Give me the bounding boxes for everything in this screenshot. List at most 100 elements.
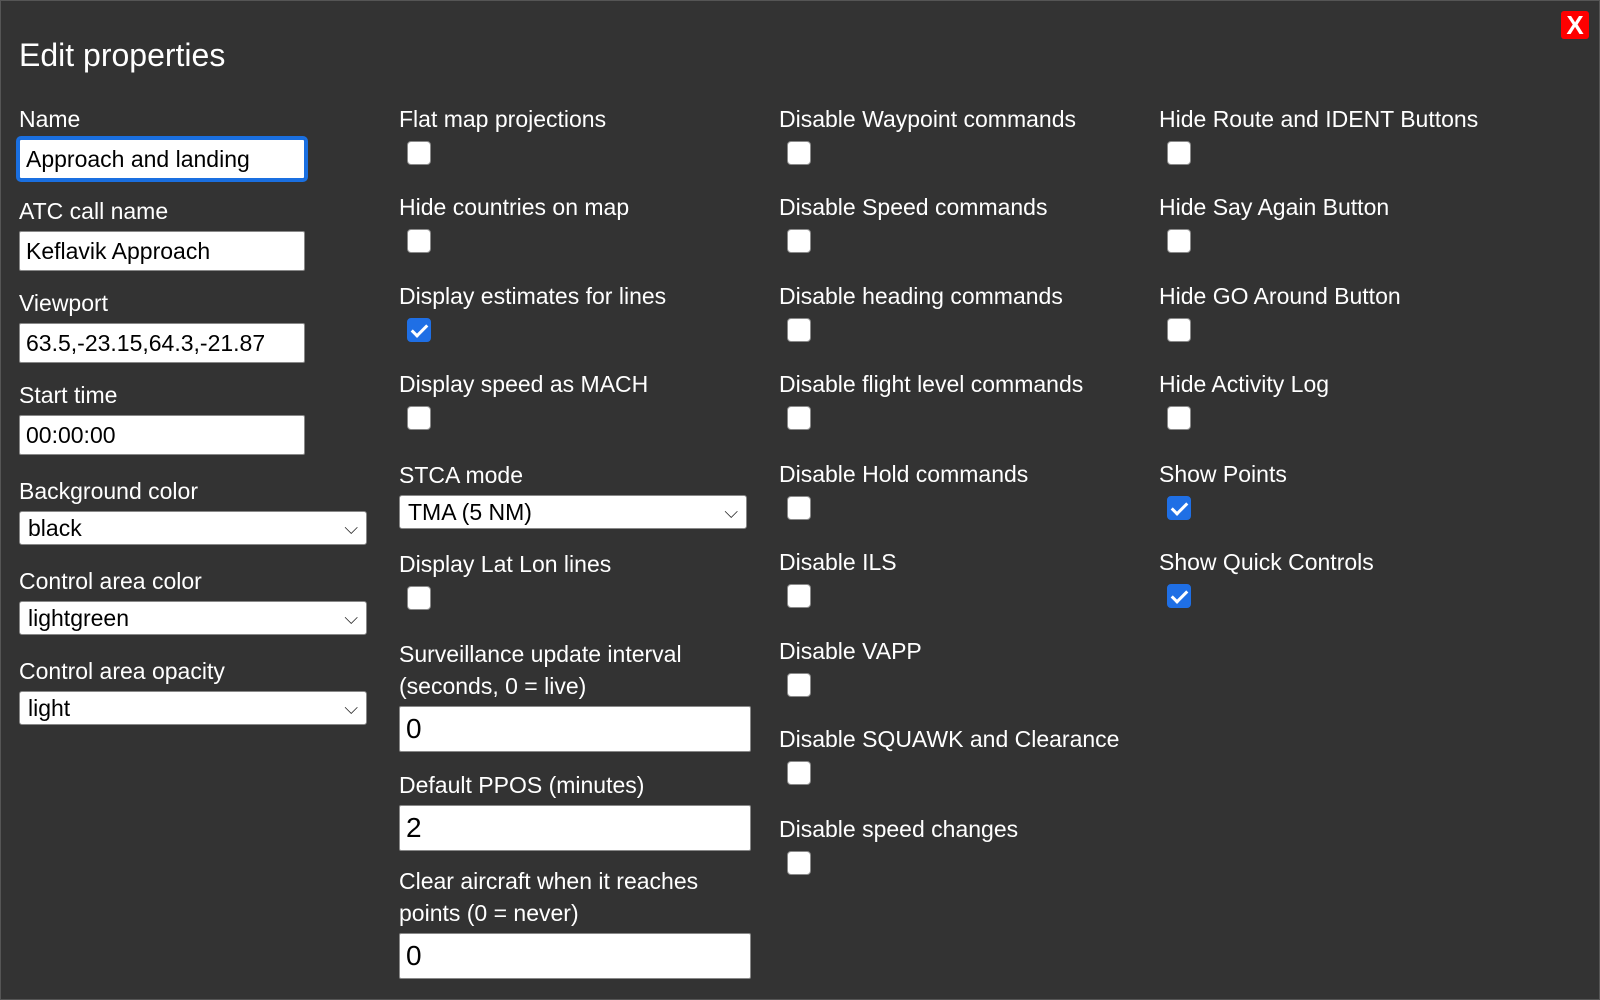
lat-lon-field: Display Lat Lon lines bbox=[399, 548, 611, 610]
background-color-value: black bbox=[28, 514, 82, 541]
disable-speed-changes-checkbox[interactable] bbox=[787, 851, 811, 875]
viewport-label: Viewport bbox=[19, 290, 109, 316]
disable-ils-checkbox[interactable] bbox=[787, 584, 811, 608]
display-estimates-label: Display estimates for lines bbox=[399, 283, 667, 309]
hide-go-around-button-checkbox[interactable] bbox=[1167, 318, 1191, 342]
hide-countries-field: Hide countries on map bbox=[399, 191, 629, 253]
disable-heading-commands-checkbox[interactable] bbox=[787, 318, 811, 342]
control-area-opacity-select[interactable]: light ⌵ bbox=[19, 691, 367, 725]
stca-mode-select[interactable]: TMA (5 NM) ⌵ bbox=[399, 495, 747, 529]
stca-mode-label: STCA mode bbox=[399, 462, 523, 488]
hide-activity-log-label: Hide Activity Log bbox=[1159, 371, 1330, 397]
ppos-input[interactable] bbox=[399, 805, 751, 851]
hide-activity-log-checkbox[interactable] bbox=[1167, 406, 1191, 430]
control-area-color-label: Control area color bbox=[19, 568, 202, 594]
surveillance-input[interactable] bbox=[399, 706, 751, 752]
display-estimates-checkbox[interactable] bbox=[407, 318, 431, 342]
background-color-label: Background color bbox=[19, 478, 198, 504]
speed-mach-field: Display speed as MACH bbox=[399, 368, 648, 430]
disable-squawk-and-clearance-checkbox[interactable] bbox=[787, 761, 811, 785]
background-color-select[interactable]: black ⌵ bbox=[19, 511, 367, 545]
viewport-input[interactable] bbox=[19, 323, 305, 363]
disable-vapp-field: Disable VAPP bbox=[779, 635, 922, 697]
clear-aircraft-label: Clear aircraft when it reaches points (0… bbox=[399, 868, 699, 926]
start-time-input[interactable] bbox=[19, 415, 305, 455]
hide-countries-checkbox[interactable] bbox=[407, 229, 431, 253]
control-area-color-value: lightgreen bbox=[28, 604, 130, 631]
flat-map-label: Flat map projections bbox=[399, 106, 607, 132]
disable-flight-level-commands-label: Disable flight level commands bbox=[779, 371, 1084, 397]
surveillance-label: Surveillance update interval (seconds, 0… bbox=[399, 641, 682, 699]
disable-waypoint-commands-field: Disable Waypoint commands bbox=[779, 103, 1076, 165]
disable-heading-commands-label: Disable heading commands bbox=[779, 283, 1063, 309]
atc-call-name-input[interactable] bbox=[19, 231, 305, 271]
disable-speed-changes-label: Disable speed changes bbox=[779, 816, 1019, 842]
dialog-title: Edit properties bbox=[19, 37, 226, 73]
clear-aircraft-field: Clear aircraft when it reaches points (0… bbox=[399, 865, 751, 979]
background-color-field: Background color black ⌵ bbox=[19, 475, 367, 545]
hide-route-and-ident-buttons-label: Hide Route and IDENT Buttons bbox=[1159, 106, 1479, 132]
viewport-field: Viewport bbox=[19, 287, 305, 363]
show-points-checkbox[interactable] bbox=[1167, 496, 1191, 520]
hide-countries-label: Hide countries on map bbox=[399, 194, 630, 220]
control-area-color-select[interactable]: lightgreen ⌵ bbox=[19, 601, 367, 635]
chevron-down-icon: ⌵ bbox=[344, 517, 358, 538]
start-time-field: Start time bbox=[19, 379, 305, 455]
disable-heading-commands-field: Disable heading commands bbox=[779, 280, 1063, 342]
hide-activity-log-field: Hide Activity Log bbox=[1159, 368, 1329, 430]
control-area-opacity-field: Control area opacity light ⌵ bbox=[19, 655, 367, 725]
stca-mode-value: TMA (5 NM) bbox=[408, 498, 532, 525]
control-area-opacity-label: Control area opacity bbox=[19, 658, 225, 684]
hide-go-around-button-field: Hide GO Around Button bbox=[1159, 280, 1401, 342]
hide-say-again-button-checkbox[interactable] bbox=[1167, 229, 1191, 253]
chevron-down-icon: ⌵ bbox=[344, 697, 358, 718]
disable-flight-level-commands-field: Disable flight level commands bbox=[779, 368, 1083, 430]
lat-lon-label: Display Lat Lon lines bbox=[399, 551, 612, 577]
speed-mach-checkbox[interactable] bbox=[407, 406, 431, 430]
hide-route-and-ident-buttons-checkbox[interactable] bbox=[1167, 141, 1191, 165]
disable-waypoint-commands-label: Disable Waypoint commands bbox=[779, 106, 1076, 132]
flat-map-checkbox[interactable] bbox=[407, 141, 431, 165]
disable-hold-commands-field: Disable Hold commands bbox=[779, 458, 1028, 520]
start-time-label: Start time bbox=[19, 382, 118, 408]
ppos-field: Default PPOS (minutes) bbox=[399, 769, 751, 851]
disable-flight-level-commands-checkbox[interactable] bbox=[787, 406, 811, 430]
atc-call-name-field: ATC call name bbox=[19, 195, 305, 271]
show-quick-controls-checkbox[interactable] bbox=[1167, 584, 1191, 608]
name-field: Name bbox=[16, 103, 308, 182]
disable-speed-commands-checkbox[interactable] bbox=[787, 229, 811, 253]
disable-ils-label: Disable ILS bbox=[779, 549, 897, 575]
disable-ils-field: Disable ILS bbox=[779, 546, 897, 608]
disable-vapp-checkbox[interactable] bbox=[787, 673, 811, 697]
clear-aircraft-input[interactable] bbox=[399, 933, 751, 979]
show-points-label: Show Points bbox=[1159, 461, 1287, 487]
close-button[interactable]: X bbox=[1561, 11, 1589, 39]
lat-lon-checkbox[interactable] bbox=[407, 586, 431, 610]
surveillance-field: Surveillance update interval (seconds, 0… bbox=[399, 638, 751, 752]
disable-hold-commands-label: Disable Hold commands bbox=[779, 461, 1029, 487]
disable-speed-commands-label: Disable Speed commands bbox=[779, 194, 1048, 220]
chevron-down-icon: ⌵ bbox=[344, 607, 358, 628]
control-area-color-field: Control area color lightgreen ⌵ bbox=[19, 565, 367, 635]
show-quick-controls-field: Show Quick Controls bbox=[1159, 546, 1374, 608]
disable-squawk-and-clearance-label: Disable SQUAWK and Clearance bbox=[779, 726, 1120, 752]
hide-say-again-button-field: Hide Say Again Button bbox=[1159, 191, 1389, 253]
disable-speed-changes-field: Disable speed changes bbox=[779, 813, 1018, 875]
name-label: Name bbox=[19, 106, 81, 132]
disable-hold-commands-checkbox[interactable] bbox=[787, 496, 811, 520]
show-points-field: Show Points bbox=[1159, 458, 1287, 520]
hide-say-again-button-label: Hide Say Again Button bbox=[1159, 194, 1390, 220]
disable-squawk-and-clearance-field: Disable SQUAWK and Clearance bbox=[779, 723, 1119, 785]
ppos-label: Default PPOS (minutes) bbox=[399, 772, 645, 798]
stca-mode-field: STCA mode TMA (5 NM) ⌵ bbox=[399, 459, 747, 529]
speed-mach-label: Display speed as MACH bbox=[399, 371, 649, 397]
atc-call-name-label: ATC call name bbox=[19, 198, 169, 224]
name-input[interactable] bbox=[16, 136, 308, 182]
hide-go-around-button-label: Hide GO Around Button bbox=[1159, 283, 1401, 309]
show-quick-controls-label: Show Quick Controls bbox=[1159, 549, 1374, 575]
control-area-opacity-value: light bbox=[28, 694, 71, 721]
disable-waypoint-commands-checkbox[interactable] bbox=[787, 141, 811, 165]
display-estimates-field: Display estimates for lines bbox=[399, 280, 666, 342]
edit-properties-dialog: Edit properties X Name ATC call name Vie… bbox=[0, 0, 1600, 1000]
disable-vapp-label: Disable VAPP bbox=[779, 638, 922, 664]
